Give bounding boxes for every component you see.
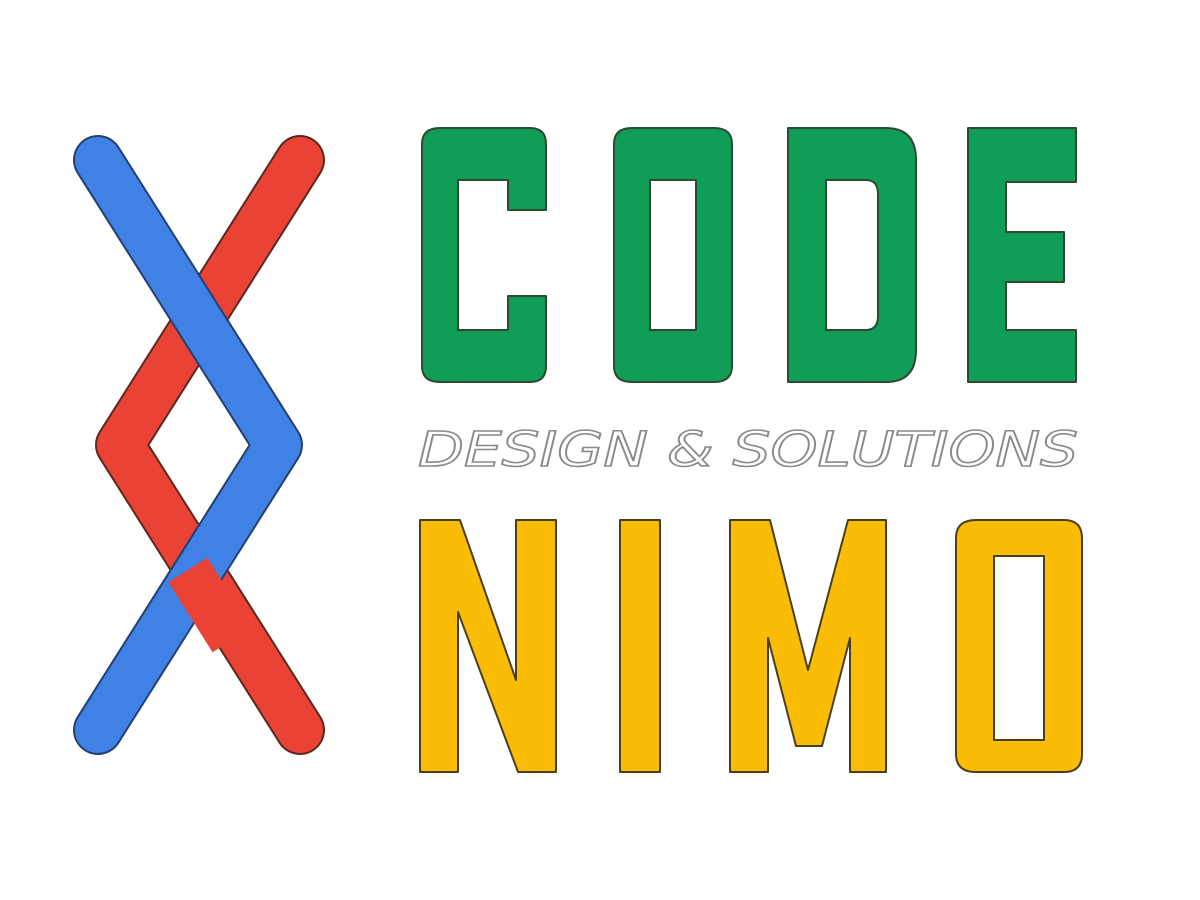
tagline-group: DESIGN & SOLUTIONS: [417, 421, 1079, 479]
letter-c: [421, 127, 547, 383]
letter-m: [729, 519, 887, 773]
letter-n: [419, 519, 557, 773]
word-nimo: [419, 519, 1083, 773]
logo-page: DESIGN & SOLUTIONS CODE NIMO: [0, 0, 1200, 900]
letter-i: [619, 519, 661, 773]
tagline-outline-text: DESIGN & SOLUTIONS: [418, 422, 1078, 478]
letter-o-bottom: [955, 519, 1083, 773]
crossed-chevron-mark-icon: [73, 135, 325, 755]
word-code: [421, 127, 1077, 383]
letter-d: [787, 127, 917, 383]
letter-o: [613, 127, 733, 383]
codenimo-logo: DESIGN & SOLUTIONS: [73, 127, 1083, 773]
letter-e: [967, 127, 1077, 383]
